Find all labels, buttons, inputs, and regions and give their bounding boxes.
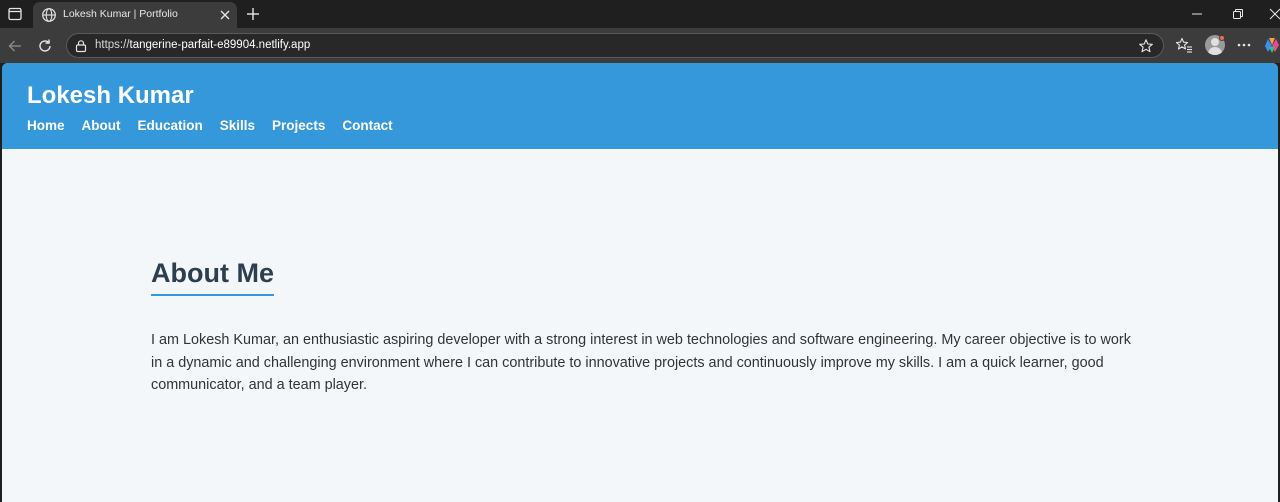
site-title: Lokesh Kumar [27, 82, 194, 109]
nav-link-education[interactable]: Education [138, 118, 203, 133]
minimize-icon[interactable] [1188, 5, 1206, 23]
address-bar[interactable]: https://tangerine-parfait-e89904.netlify… [66, 33, 1164, 58]
tab-title: Lokesh Kumar | Portfolio [63, 8, 178, 20]
tab-strip: Lokesh Kumar | Portfolio [0, 0, 1280, 28]
close-tab-icon[interactable] [217, 7, 233, 23]
copilot-icon[interactable] [1264, 35, 1280, 55]
nav-link-home[interactable]: Home [27, 118, 65, 133]
page-viewport: Lokesh Kumar Home About Education Skills… [2, 63, 1278, 502]
back-icon[interactable] [5, 36, 25, 56]
site-header: Lokesh Kumar Home About Education Skills… [2, 63, 1278, 149]
restore-icon[interactable] [1229, 5, 1247, 23]
new-tab-icon[interactable] [244, 5, 262, 23]
nav-link-contact[interactable]: Contact [342, 118, 392, 133]
nav-link-about[interactable]: About [82, 118, 121, 133]
refresh-icon[interactable] [35, 36, 55, 56]
about-paragraph: I am Lokesh Kumar, an enthusiastic aspir… [151, 332, 1131, 393]
more-options-icon[interactable] [1234, 35, 1254, 55]
nav-link-projects[interactable]: Projects [272, 118, 325, 133]
favorite-star-icon[interactable] [1138, 38, 1154, 54]
url-text: https://tangerine-parfait-e89904.netlify… [95, 39, 310, 51]
navigation-bar: https://tangerine-parfait-e89904.netlify… [0, 28, 1280, 63]
browser-tab[interactable]: Lokesh Kumar | Portfolio [33, 2, 237, 28]
url-host: tangerine-parfait-e89904.netlify.app [129, 39, 311, 51]
url-scheme: https:// [95, 39, 130, 51]
tab-actions-icon[interactable] [6, 5, 24, 23]
about-heading: About Me [151, 258, 274, 296]
avatar-head [1211, 38, 1219, 46]
globe-icon [41, 7, 57, 23]
profile-notification-dot [1219, 35, 1225, 41]
site-info-icon[interactable] [74, 39, 88, 53]
close-window-icon[interactable] [1266, 5, 1280, 23]
avatar-shoulders [1208, 47, 1222, 55]
site-nav: Home About Education Skills Projects Con… [27, 118, 393, 133]
nav-link-skills[interactable]: Skills [220, 118, 255, 133]
favorites-icon[interactable] [1174, 35, 1194, 55]
